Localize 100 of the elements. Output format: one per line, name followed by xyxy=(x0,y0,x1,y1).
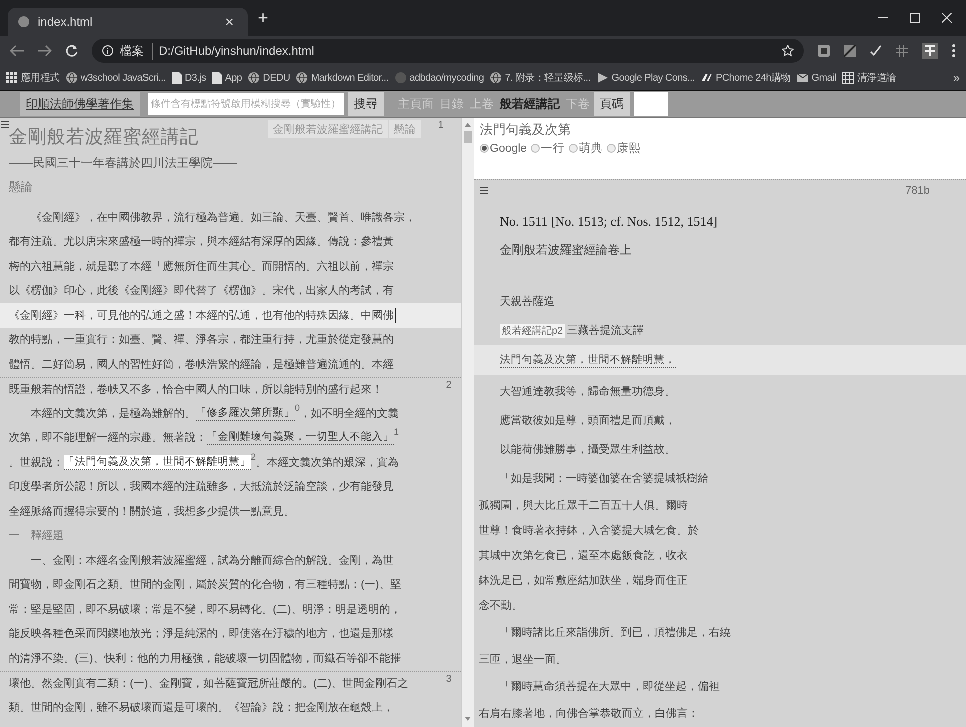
mail-icon[interactable] xyxy=(796,72,809,84)
dictionary-radio[interactable]: 萌典 xyxy=(569,141,604,156)
dictionary-radio[interactable]: 康熙 xyxy=(607,141,642,156)
search-button[interactable]: 搜尋 xyxy=(348,92,384,116)
verse-line: 法門句義及次第，世間不解離明慧， xyxy=(500,352,676,368)
text-line: 念不動。 xyxy=(479,599,523,613)
text-run: ，如不明全經的文義 xyxy=(300,406,400,421)
page-number: 1 xyxy=(438,120,444,131)
tab-close-button[interactable]: × xyxy=(221,14,238,30)
play-triangle-icon[interactable] xyxy=(596,72,609,84)
checkmark-icon[interactable] xyxy=(870,45,882,57)
bookmark[interactable]: PChome 24h購物 xyxy=(701,71,791,85)
bookmark[interactable]: Gmail xyxy=(796,72,836,84)
bookmark[interactable]: App xyxy=(212,72,242,84)
text-run: 。本經文義次第的艱深，實為 xyxy=(256,456,400,470)
scroll-up-icon[interactable] xyxy=(465,123,471,127)
lookup-term: 法門句義及次第 xyxy=(480,121,572,139)
bookmark[interactable]: 清淨道論 xyxy=(842,71,896,85)
text-line: 能反映各種色采而閃鑠地放光；淨是純潔的，即使落在汙穢的地方，也還是那樣 xyxy=(9,626,394,642)
globe-icon[interactable] xyxy=(248,72,260,84)
bookmark[interactable]: Google Play Cons... xyxy=(596,72,695,84)
search-field[interactable]: 條件含有標點符號啟用模糊搜尋（實驗性） xyxy=(148,93,344,115)
text-run: 本經的文義次第，是極為難解的。 xyxy=(31,406,196,421)
globe-icon[interactable] xyxy=(66,72,78,84)
section-heading: 懸論 xyxy=(8,179,34,196)
text-line: 《金剛經》一科，可見他的弘通之盛！本經的弘通，也有他的特殊因緣。中國佛 xyxy=(9,308,394,323)
text-line: 其城中次第乞食已，還至本處飯食訖，收衣 xyxy=(479,548,688,563)
text-line: 右肩右膝著地，向佛合掌恭敬而立，白佛言： xyxy=(479,706,699,721)
dictionary-radio[interactable]: Google xyxy=(480,142,528,154)
info-icon[interactable] xyxy=(102,45,114,57)
bookmark[interactable]: D3.js xyxy=(172,72,206,84)
close-icon[interactable] xyxy=(942,13,952,23)
scroll-down-icon[interactable] xyxy=(465,717,471,721)
quote-link[interactable]: 「修多羅次第所顯」 xyxy=(196,406,295,421)
bookmark[interactable]: 7. 附录：轻量级标... xyxy=(490,71,591,85)
nav-link[interactable]: 般若經講記 xyxy=(500,96,560,112)
extension-icon[interactable] xyxy=(844,45,856,57)
page-id: 781b xyxy=(906,185,930,197)
verse-line: 三藏菩提流支譯 xyxy=(567,324,644,338)
bookmark[interactable]: DEDU xyxy=(248,72,290,84)
page-number-button[interactable]: 頁碼 xyxy=(594,92,630,116)
globe-icon[interactable] xyxy=(490,72,502,84)
more-vertical-icon[interactable] xyxy=(952,44,956,58)
footnote-number[interactable]: 1 xyxy=(394,428,400,438)
text-line: 全經脈絡而握得宗要的！關於這，我想多少提供一點意見。 xyxy=(9,504,295,519)
text-run: 次第，即不能理解一經的宗趣。無著說： xyxy=(9,430,207,446)
text-line: 鉢洗足已，如常敷座結加趺坐，端身而住正 xyxy=(479,574,688,588)
page-number: 3 xyxy=(446,674,452,684)
new-tab-button[interactable]: + xyxy=(254,8,273,28)
text-line: 類。世間的金剛，雖不易破壞而還是可壞的。《智論》說：把金剛放在龜殼上， xyxy=(9,700,394,715)
scrollbar-thumb[interactable] xyxy=(464,131,472,143)
text-line: 世尊！食時著衣持鉢，入舍婆提大城乞食。於 xyxy=(479,524,699,538)
verse-line: 應當敬彼如是尊，頭面禮足而頂戴， xyxy=(500,414,676,428)
text-line: 常：堅是堅固，即不易破壞；常是不變，即不易轉化。(二)、明淨：明是透明的， xyxy=(9,602,402,617)
table-icon[interactable] xyxy=(842,72,854,84)
more-bookmarks-button[interactable]: » xyxy=(951,71,962,85)
text-run: 。世親說： xyxy=(9,456,64,470)
hash-icon[interactable] xyxy=(896,45,908,57)
section-heading: 一 釋經題 xyxy=(9,529,64,544)
page-number: 2 xyxy=(446,380,452,390)
text-line: 壞他。然金剛實有二類：(一)、金剛寶，如菩薩寶冠所莊嚴的。(二)、世間金剛石之 xyxy=(9,676,409,691)
address-bar[interactable]: 檔案 D:/GitHub/yinshun/index.html xyxy=(92,39,804,63)
footnote-number[interactable]: 0 xyxy=(295,404,300,413)
apps-grid-icon[interactable] xyxy=(6,72,18,84)
menu-icon[interactable] xyxy=(480,187,488,195)
menu-icon[interactable] xyxy=(1,121,9,129)
bookmark[interactable]: w3school JavaScri... xyxy=(66,72,166,84)
quote-link[interactable]: 「金剛難壞句義聚，一切聖人不能入」 xyxy=(207,430,394,446)
text-line: 都有注疏。尤以唐宋來盛極一時的禪宗，與本經結有深厚的因緣。傳說：參禮黃 xyxy=(9,234,394,250)
bookmark[interactable]: 應用程式 xyxy=(6,71,60,85)
logo-icon[interactable] xyxy=(701,72,713,84)
home-button[interactable]: 印順法師佛學著作集 xyxy=(20,92,140,116)
page-number-field[interactable] xyxy=(634,92,668,116)
maximize-icon[interactable] xyxy=(910,13,920,23)
document-title: 金剛般若波羅蜜經講記 xyxy=(9,126,199,149)
text-line: 《金剛經》，在中國佛教界，流行極為普遍。如三論、天臺、賢首、唯識各宗， xyxy=(31,210,416,225)
scripture-title: 金剛般若波羅蜜經論卷上 xyxy=(500,242,632,259)
file-icon[interactable] xyxy=(212,72,222,84)
document-subtitle: ——民國三十一年春講於四川法王學院—— xyxy=(8,155,238,172)
text-line: 的清淨不染。(三)、快利：他的力用極強，能破壞一切固體物，而鐵石等卻不能摧 xyxy=(9,652,402,666)
forward-arrow-icon[interactable] xyxy=(38,45,52,57)
globe-icon[interactable] xyxy=(296,72,308,84)
quote-link[interactable]: 「法門句義及次第，世間不解離明慧」 xyxy=(64,454,251,470)
back-arrow-icon[interactable] xyxy=(10,45,24,57)
verse-line: 以能荷佛難勝事，攝受眾生利益故。 xyxy=(500,442,676,457)
extension-icon[interactable] xyxy=(818,45,830,57)
file-icon[interactable] xyxy=(172,72,182,84)
footnote-number[interactable]: 2 xyxy=(251,452,256,462)
bookmark[interactable]: Markdown Editor... xyxy=(296,72,389,84)
globe-icon xyxy=(18,16,30,28)
text-line: 三匝，退坐一面。 xyxy=(479,653,567,667)
browser-tab[interactable]: index.html × xyxy=(8,8,248,36)
reload-icon[interactable] xyxy=(66,45,78,57)
text-line: 一、金剛：本經名金剛般若波羅蜜經，試為分離而綜合的解說。金剛，為世 xyxy=(31,554,394,568)
dictionary-radio[interactable]: 一行 xyxy=(531,141,566,156)
star-icon[interactable] xyxy=(782,45,794,57)
text-line: 教的特點，一重實行：如臺、賢、禪、淨各宗，都注重行持，尤重於從定發慧的 xyxy=(9,332,394,348)
bookmark[interactable]: adbdao/mycoding xyxy=(394,72,484,84)
verse-line: 天親菩薩造 xyxy=(500,294,555,309)
glyph-extension-icon[interactable] xyxy=(922,43,938,59)
